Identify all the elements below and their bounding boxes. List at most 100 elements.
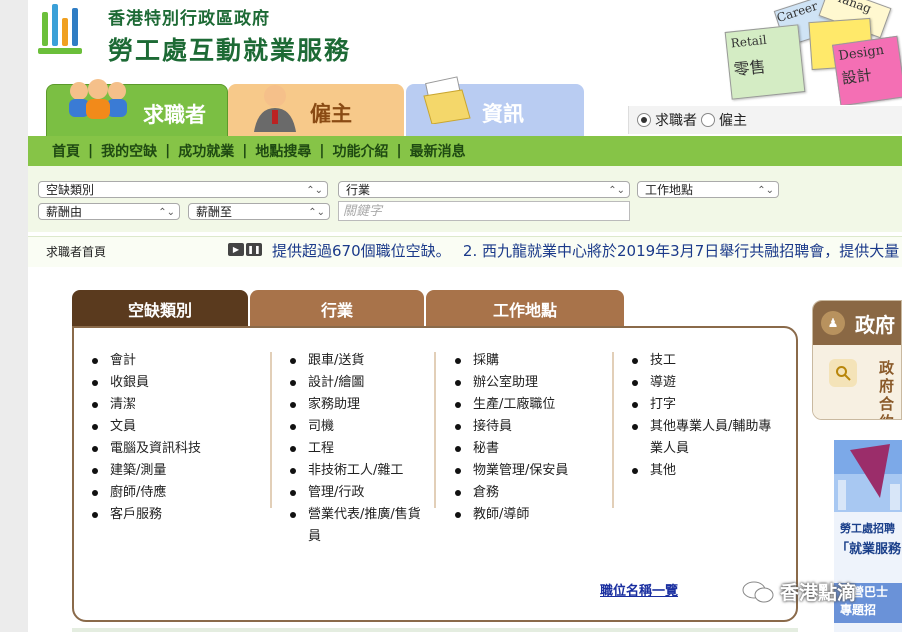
category-link[interactable]: 其他 (632, 460, 782, 482)
category-link[interactable]: 客戶服務 (92, 504, 201, 526)
government-jobs-box[interactable]: ♟ 政府 政府 合約 (812, 300, 902, 420)
main-nav: 首頁 | 我的空缺 | 成功就業 | 地點搜尋 | 功能介紹 | 最新消息 (28, 136, 902, 166)
government-jobs-title: 政府 (855, 312, 895, 337)
job-seekers-icon (61, 77, 135, 121)
category-link[interactable]: 打字 (632, 394, 782, 416)
chevron-updown-icon: ⌃⌄ (608, 185, 625, 196)
government-name: 香港特別行政區政府 (108, 9, 270, 29)
category-link[interactable]: 辦公室助理 (455, 372, 568, 394)
banner-card-retail: Retail 零售 (724, 24, 806, 100)
pause-icon[interactable]: ❚❚ (246, 243, 262, 256)
next-section-edge (72, 628, 798, 632)
ticker-controls: ▶ ❚❚ (228, 243, 262, 256)
category-link[interactable]: 倉務 (455, 482, 568, 504)
people-icon: ♟ (821, 311, 845, 335)
chevron-updown-icon: ⌃⌄ (308, 207, 325, 218)
tab-job-seeker-label: 求職者 (143, 103, 206, 127)
category-link[interactable]: 導遊 (632, 372, 782, 394)
column-divider (270, 352, 272, 508)
category-link[interactable]: 採購 (455, 350, 568, 372)
category-link[interactable]: 司機 (290, 416, 422, 438)
watermark-text: 香港點滴 (780, 582, 857, 604)
category-link[interactable]: 跟車/送貨 (290, 350, 422, 372)
industry-select[interactable]: 行業 ⌃⌄ (338, 181, 630, 198)
promo-graphic (834, 440, 902, 512)
government-jobs-header: ♟ 政府 (813, 301, 901, 345)
category-link[interactable]: 生產/工廠職位 (455, 394, 568, 416)
category-link[interactable]: 物業管理/保安員 (455, 460, 568, 482)
category-link[interactable]: 教師/導師 (455, 504, 568, 526)
tab-employer[interactable]: 僱主 (228, 84, 404, 136)
category-column-1: 會計 收銀員 清潔 文員 電腦及資訊科技 建築/測量 廚師/侍應 客戶服務 (92, 350, 201, 526)
category-column-4: 技工 導遊 打字 其他專業人員/輔助專業人員 其他 (632, 350, 782, 482)
nav-home[interactable]: 首頁 (52, 141, 80, 161)
government-jobs-line2: 合約 (879, 395, 895, 419)
play-icon[interactable]: ▶ (228, 243, 244, 256)
tab-job-seeker[interactable]: 求職者 (46, 79, 228, 138)
role-radio-job-seeker[interactable] (637, 113, 651, 127)
column-divider (612, 352, 614, 508)
nav-my-vacancies[interactable]: 我的空缺 (101, 141, 157, 161)
category-link[interactable]: 會計 (92, 350, 201, 372)
role-option-job-seeker[interactable]: 求職者 (655, 110, 697, 130)
category-link[interactable]: 廚師/侍應 (92, 482, 201, 504)
tab-information-label: 資訊 (482, 102, 524, 126)
folder-icon (422, 76, 472, 125)
category-link[interactable]: 其他專業人員/輔助專業人員 (632, 416, 782, 460)
chevron-updown-icon: ⌃⌄ (306, 185, 323, 196)
column-divider (434, 352, 436, 508)
tab-information[interactable]: 資訊 (406, 76, 584, 136)
magnifier-icon (829, 359, 857, 387)
nav-success-stories[interactable]: 成功就業 (178, 141, 234, 161)
category-column-2: 跟車/送貨 設計/繪圖 家務助理 司機 工程 非技術工人/雜工 管理/行政 營業… (290, 350, 422, 548)
keyword-input[interactable]: 關鍵字 (338, 201, 630, 221)
category-link[interactable]: 工程 (290, 438, 422, 460)
watermark: 香港點滴 (742, 578, 856, 605)
nav-latest-news[interactable]: 最新消息 (410, 141, 466, 161)
role-option-employer[interactable]: 僱主 (719, 110, 747, 130)
promo-line2: 「就業服務 (836, 542, 902, 557)
employer-icon (252, 82, 298, 132)
news-ticker[interactable]: 提供超過670個職位空缺。 2. 西九龍就業中心將於2019年3月7日舉行共融招… (272, 240, 902, 260)
service-name: 勞工處互動就業服務 (108, 36, 352, 65)
banner-card-design: Design 設計 (832, 35, 902, 105)
location-select[interactable]: 工作地點 ⌃⌄ (637, 181, 779, 198)
nav-location-search[interactable]: 地點搜尋 (255, 141, 311, 161)
category-column-3: 採購 辦公室助理 生產/工廠職位 接待員 秘書 物業管理/保安員 倉務 教師/導… (455, 350, 568, 526)
category-link[interactable]: 營業代表/推廣/售貨員 (290, 504, 422, 548)
role-radio-employer[interactable] (701, 113, 715, 127)
category-link[interactable]: 建築/測量 (92, 460, 201, 482)
chevron-updown-icon: ⌃⌄ (158, 207, 175, 218)
role-switch: 求職者 僱主 (628, 106, 902, 134)
nav-features[interactable]: 功能介紹 (333, 141, 389, 161)
category-link[interactable]: 設計/繪圖 (290, 372, 422, 394)
category-link[interactable]: 接待員 (455, 416, 568, 438)
category-link[interactable]: 技工 (632, 350, 782, 372)
site-title: 香港特別行政區政府 勞工處互動就業服務 (108, 4, 351, 67)
promo-line1: 勞工處招聘 (840, 522, 895, 535)
category-link[interactable]: 電腦及資訊科技 (92, 438, 201, 460)
tab-employer-label: 僱主 (310, 102, 352, 126)
government-jobs-line1: 政府 (879, 359, 895, 395)
category-link[interactable]: 收銀員 (92, 372, 201, 394)
header-banner: Career Manag Retail 零售 Design 設計 (718, 0, 902, 105)
left-margin (0, 0, 28, 632)
category-select[interactable]: 空缺類別 ⌃⌄ (38, 181, 328, 198)
category-link[interactable]: 秘書 (455, 438, 568, 460)
breadcrumb: 求職者首頁 (46, 245, 107, 259)
salary-to-select[interactable]: 薪酬至 ⌃⌄ (188, 203, 330, 220)
government-jobs-body: 政府 合約 (813, 345, 901, 419)
category-link[interactable]: 非技術工人/雜工 (290, 460, 422, 482)
labour-department-logo[interactable] (38, 2, 84, 58)
panel-tab-industry[interactable]: 行業 (250, 290, 424, 328)
category-link[interactable]: 文員 (92, 416, 201, 438)
chevron-updown-icon: ⌃⌄ (757, 185, 774, 196)
job-titles-list-link[interactable]: 職位名稱一覽 (600, 580, 678, 599)
category-link[interactable]: 家務助理 (290, 394, 422, 416)
chat-bubbles-icon (742, 581, 774, 602)
category-link[interactable]: 清潔 (92, 394, 201, 416)
panel-tab-category[interactable]: 空缺類別 (72, 290, 248, 328)
salary-from-select[interactable]: 薪酬由 ⌃⌄ (38, 203, 180, 220)
panel-tab-location[interactable]: 工作地點 (426, 290, 624, 328)
category-link[interactable]: 管理/行政 (290, 482, 422, 504)
